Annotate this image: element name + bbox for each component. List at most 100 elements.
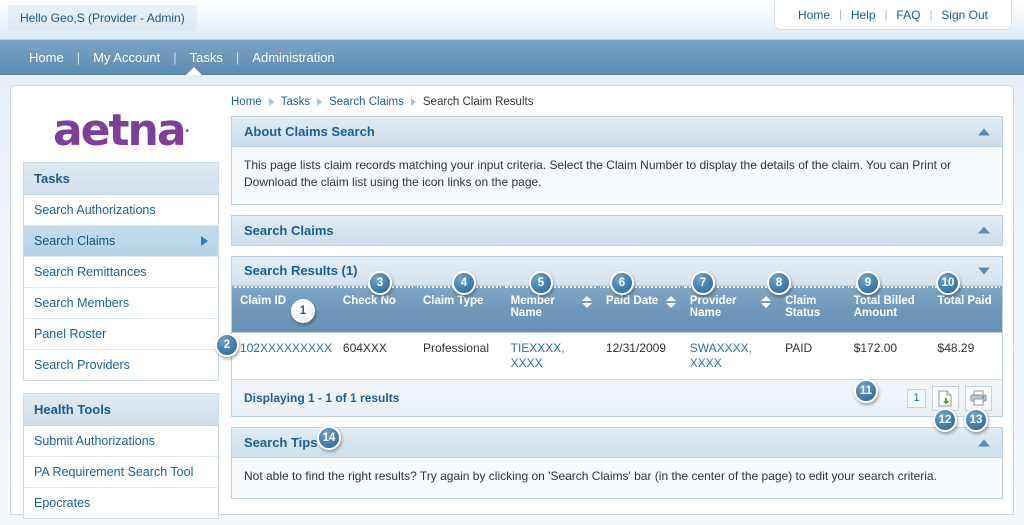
table-row: 102XXXXXXXXX 604XXX Professional TIEXXXX…: [232, 332, 1002, 381]
breadcrumb: Home Tasks Search Claims Search Claim Re…: [231, 94, 1003, 116]
nav-item-tasks[interactable]: Tasks: [177, 50, 236, 65]
sidebar-item-search-remittances[interactable]: Search Remittances: [24, 257, 218, 288]
page-body: aetna • Tasks Search Authorizations Sear…: [0, 75, 1024, 525]
main-navigation-bar: Home | My Account | Tasks | Administrati…: [0, 40, 1024, 75]
sidebar-item-search-claims[interactable]: Search Claims: [24, 226, 218, 257]
column-label: Provider Name: [689, 294, 737, 319]
sidebar-item-label: Submit Authorizations: [34, 434, 155, 448]
search-results-header[interactable]: Search Results (1): [231, 255, 1003, 286]
column-label: Total Billed Amount: [853, 294, 915, 319]
logo-trademark-icon: •: [185, 125, 190, 137]
search-results-panel: Search Results (1) Claim ID Check No Cla…: [231, 255, 1003, 418]
sidebar-item-pa-requirement-search-tool[interactable]: PA Requirement Search Tool: [24, 457, 218, 488]
page-number-button[interactable]: 1: [907, 388, 926, 408]
download-file-icon[interactable]: [932, 385, 959, 411]
column-header-claim-type[interactable]: Claim Type: [414, 285, 503, 333]
search-claims-header[interactable]: Search Claims: [231, 214, 1003, 246]
cell-total-billed-amount: $172.00: [845, 332, 930, 381]
search-claims-title: Search Claims: [244, 222, 334, 238]
column-header-member-name[interactable]: Member Name: [502, 285, 598, 333]
sidebar-item-label: Epocrates: [34, 496, 91, 510]
sort-desc-arrow-icon: [761, 302, 772, 308]
nav-item-my-account[interactable]: My Account: [80, 50, 173, 65]
search-results-title: Search Results (1): [244, 263, 358, 279]
column-label: Paid Date: [605, 294, 659, 307]
sidebar-group-title-health-tools: Health Tools: [24, 393, 218, 426]
nav-item-administration[interactable]: Administration: [239, 50, 347, 65]
column-label: Claim Type: [422, 294, 484, 307]
sidebar-item-search-providers[interactable]: Search Providers: [24, 350, 218, 380]
provider-name-link[interactable]: SWAXXXX, XXXX: [690, 341, 752, 370]
search-tips-header[interactable]: Search Tips: [231, 427, 1003, 459]
collapse-up-arrow-icon[interactable]: [978, 226, 990, 234]
sort-asc-arrow-icon: [581, 295, 592, 301]
breadcrumb-arrow-icon: [268, 98, 274, 106]
sort-desc-arrow-icon: [581, 302, 592, 308]
sidebar-item-epocrates[interactable]: Epocrates: [24, 488, 218, 518]
sort-desc-arrow-icon: [665, 302, 676, 308]
sort-toggle-icon[interactable]: [761, 295, 772, 308]
cell-claim-type: Professional: [414, 332, 503, 381]
sort-toggle-icon[interactable]: [665, 295, 676, 308]
column-header-total-billed-amount[interactable]: Total Billed Amount: [845, 285, 930, 333]
sidebar-item-label: Search Claims: [34, 234, 116, 248]
search-claims-panel: Search Claims: [231, 214, 1003, 246]
sidebar-item-submit-authorizations[interactable]: Submit Authorizations: [24, 426, 218, 457]
cell-check-no: 604XXX: [334, 332, 415, 381]
column-label: Check No: [342, 294, 396, 307]
column-label: Claim ID: [240, 294, 287, 307]
logo-wordmark: aetna: [52, 105, 187, 156]
results-footer: Displaying 1 - 1 of 1 results 1: [231, 380, 1003, 418]
breadcrumb-arrow-icon: [317, 98, 323, 106]
column-header-claim-id[interactable]: Claim ID: [232, 285, 335, 333]
nav-item-home[interactable]: Home: [16, 50, 77, 65]
collapse-up-arrow-icon[interactable]: [978, 128, 990, 135]
breadcrumb-item-home[interactable]: Home: [231, 96, 262, 108]
sidebar-item-label: PA Requirement Search Tool: [34, 465, 194, 479]
results-table-wrap: Claim ID Check No Claim Type Member Name…: [231, 285, 1003, 381]
sidebar-item-search-authorizations[interactable]: Search Authorizations: [24, 195, 218, 226]
aetna-logo: aetna •: [23, 100, 219, 162]
sidebar-item-label: Search Remittances: [34, 265, 147, 279]
printer-icon[interactable]: [965, 385, 992, 411]
member-name-link[interactable]: TIEXXXX, XXXX: [511, 341, 565, 370]
cell-claim-status: PAID: [777, 332, 846, 381]
main-pane: Home Tasks Search Claims Search Claim Re…: [227, 86, 1013, 514]
breadcrumb-item-search-claims[interactable]: Search Claims: [329, 96, 404, 108]
column-header-provider-name[interactable]: Provider Name: [681, 285, 778, 333]
column-header-check-no[interactable]: Check No: [334, 285, 415, 333]
cell-total-paid: $48.29: [929, 332, 1002, 381]
search-tips-body: Not able to find the right results? Try …: [231, 458, 1003, 499]
sidebar-group-title-tasks: Tasks: [24, 162, 218, 195]
collapse-up-arrow-icon[interactable]: [978, 439, 990, 447]
about-claims-search-title: About Claims Search: [244, 124, 375, 139]
column-header-total-paid[interactable]: Total Paid: [929, 285, 1002, 333]
util-link-help[interactable]: Help: [842, 8, 885, 22]
sidebar-item-label: Search Providers: [34, 358, 130, 372]
sort-asc-arrow-icon: [761, 295, 772, 301]
about-claims-search-panel: About Claims Search This page lists clai…: [231, 116, 1003, 205]
breadcrumb-item-tasks[interactable]: Tasks: [281, 96, 310, 108]
pagination-controls: 1: [907, 385, 992, 411]
sidebar-item-search-members[interactable]: Search Members: [24, 288, 218, 319]
search-tips-panel: Search Tips Not able to find the right r…: [231, 427, 1003, 499]
active-tab-pointer-icon: [186, 67, 202, 75]
claim-id-link[interactable]: 102XXXXXXXXX: [240, 341, 332, 355]
cell-claim-id: 102XXXXXXXXX: [232, 332, 335, 381]
util-link-home[interactable]: Home: [789, 8, 839, 22]
breadcrumb-arrow-icon: [410, 98, 416, 106]
about-claims-search-header[interactable]: About Claims Search: [231, 116, 1003, 147]
displaying-count-label: Displaying 1 - 1 of 1 results: [244, 391, 400, 406]
column-label: Member Name: [510, 294, 555, 319]
column-header-paid-date[interactable]: Paid Date: [597, 285, 682, 333]
sidebar-item-panel-roster[interactable]: Panel Roster: [24, 319, 218, 350]
column-label: Claim Status: [785, 294, 821, 319]
collapse-down-arrow-icon[interactable]: [978, 267, 990, 275]
sidebar: aetna • Tasks Search Authorizations Sear…: [11, 86, 227, 519]
column-header-claim-status[interactable]: Claim Status: [777, 285, 846, 333]
sort-toggle-icon[interactable]: [581, 295, 592, 308]
util-link-faq[interactable]: FAQ: [887, 8, 929, 22]
utility-nav: Home | Help | FAQ | Sign Out: [774, 0, 1012, 30]
util-link-sign-out[interactable]: Sign Out: [932, 8, 997, 22]
about-claims-search-body: This page lists claim records matching y…: [231, 147, 1003, 205]
